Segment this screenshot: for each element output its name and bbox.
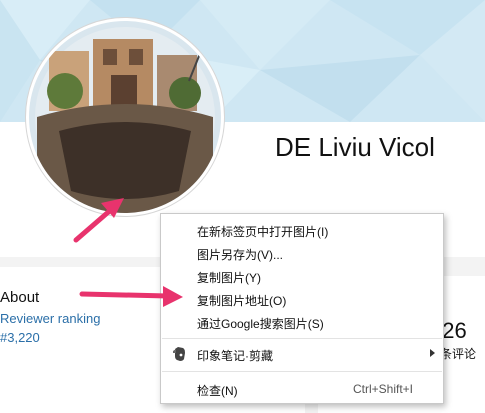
menu-item-label: 印象笔记·剪藏	[197, 349, 273, 363]
menu-item-label: 图片另存为(V)...	[197, 248, 283, 262]
menu-item-label: 复制图片地址(O)	[197, 294, 287, 308]
menu-item-label: 通过Google搜索图片(S)	[197, 317, 324, 331]
menu-item-shortcut: Ctrl+Shift+I	[352, 382, 413, 396]
menu-item-search-google-for-image[interactable]: 通过Google搜索图片(S)	[161, 311, 443, 334]
menu-separator	[162, 371, 442, 372]
reviewer-ranking-link[interactable]: Reviewer ranking	[0, 311, 100, 326]
avatar-image	[29, 21, 221, 213]
menu-item-label: 复制图片(Y)	[197, 271, 261, 285]
menu-item-inspect[interactable]: 检查(N) Ctrl+Shift+I	[161, 378, 443, 401]
reviewer-ranking-value[interactable]: #3,220	[0, 330, 40, 345]
menu-item-evernote-clip[interactable]: 印象笔记·剪藏	[161, 343, 443, 366]
menu-item-copy-image-address[interactable]: 复制图片地址(O)	[161, 288, 443, 311]
menu-item-copy-image[interactable]: 复制图片(Y)	[161, 265, 443, 288]
submenu-arrow-icon	[430, 349, 435, 357]
menu-separator	[162, 338, 442, 339]
context-menu: 在新标签页中打开图片(I) 图片另存为(V)... 复制图片(Y) 复制图片地址…	[160, 213, 444, 404]
avatar[interactable]	[26, 18, 224, 216]
menu-item-label: 在新标签页中打开图片(I)	[197, 225, 329, 239]
menu-item-save-image-as[interactable]: 图片另存为(V)...	[161, 242, 443, 265]
about-title: About	[0, 289, 40, 306]
evernote-icon	[171, 346, 187, 362]
menu-item-label: 检查(N)	[197, 384, 238, 398]
menu-item-open-image-new-tab[interactable]: 在新标签页中打开图片(I)	[161, 219, 443, 242]
review-count-label: 条评论	[440, 347, 477, 361]
profile-name: DE Liviu Vicol	[275, 132, 435, 162]
